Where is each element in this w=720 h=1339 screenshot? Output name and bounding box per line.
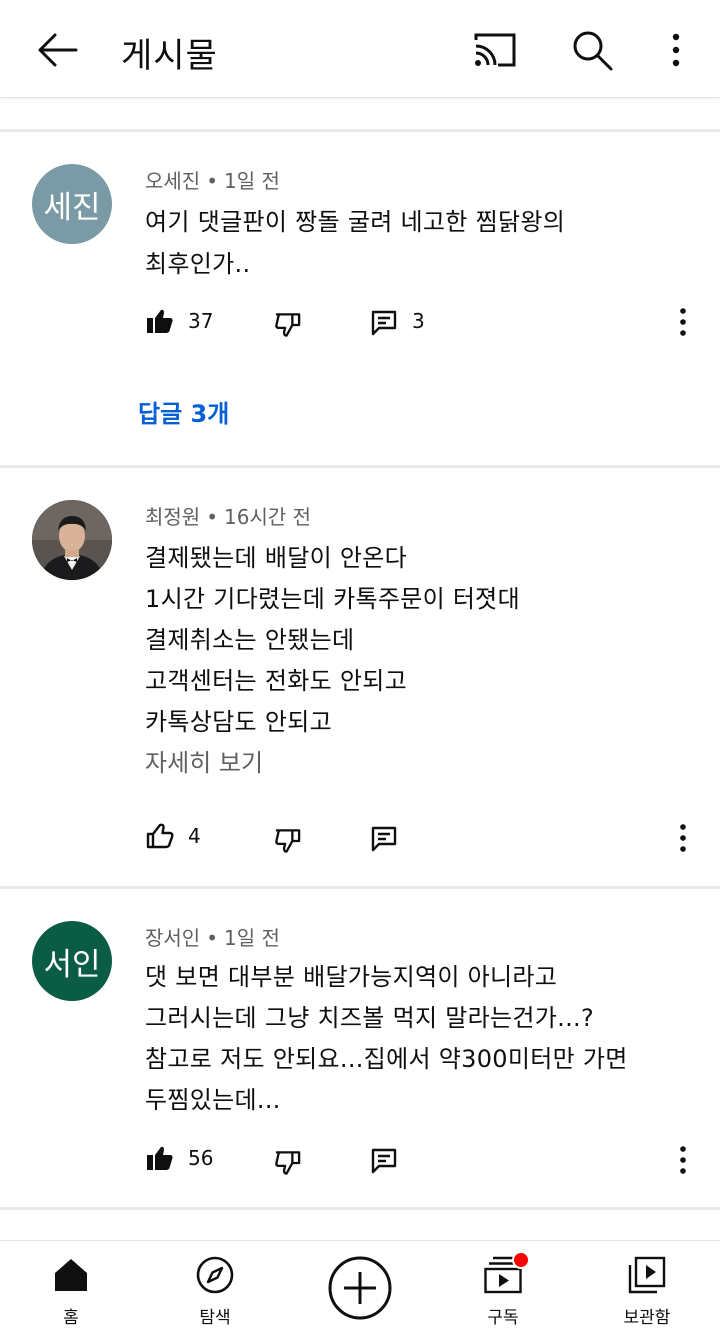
nav-library-label: 보관함 <box>623 1308 671 1328</box>
comment-text-line: 결제됐는데 배달이 안온다 <box>145 544 408 572</box>
comment-text-line: 최후인가.. <box>145 250 251 278</box>
author-name[interactable]: 최정원 <box>145 505 200 529</box>
compass-icon <box>196 1256 234 1294</box>
comment-more-icon[interactable] <box>678 1146 688 1174</box>
comment-meta: 오세진 • 1일 전 <box>145 169 280 193</box>
avatar-initials: 세진 <box>43 189 101 226</box>
comment-text-line: 여기 댓글판이 짱돌 굴려 네고한 찜닭왕의 <box>145 208 566 236</box>
nav-home[interactable]: 홈 <box>16 1241 126 1339</box>
library-icon <box>628 1256 666 1294</box>
author-name[interactable]: 장서인 <box>145 926 200 950</box>
dislike-icon[interactable] <box>275 828 302 854</box>
comment-item: 최정원 • 16시간 전 결제됐는데 배달이 안온다 1시간 기다렸는데 카톡주문이… <box>0 468 720 886</box>
like-filled-icon[interactable] <box>146 1145 174 1171</box>
reply-comment-icon[interactable] <box>371 826 397 852</box>
avatar-initials: 서인 <box>43 946 101 983</box>
top-app-bar: 게시물 <box>0 0 720 98</box>
home-icon <box>55 1259 87 1291</box>
nav-explore-label: 탐색 <box>199 1308 231 1328</box>
comment-text-line: 결제취소는 안됐는데 <box>145 626 355 654</box>
comment-item: 세진 오세진 • 1일 전 여기 댓글판이 짱돌 굴려 네고한 찜닭왕의 최후인가.… <box>0 132 720 465</box>
comment-time: 16시간 전 <box>224 505 312 529</box>
comment-meta: 최정원 • 16시간 전 <box>145 505 312 529</box>
avatar[interactable]: 세진 <box>32 164 112 244</box>
more-options-icon[interactable] <box>664 30 688 70</box>
comment-text-line: 1시간 기다렸는데 카톡주문이 터졋대 <box>145 585 521 613</box>
comment-text-line: 참고로 저도 안되요...집에서 약300미터만 가면 <box>145 1045 628 1073</box>
comment-time: 1일 전 <box>224 926 280 950</box>
nav-subscriptions[interactable]: 구독 <box>448 1241 558 1339</box>
reply-comment-icon[interactable] <box>371 1148 397 1174</box>
search-icon[interactable] <box>571 29 613 71</box>
comment-text-line: 두찜있는데... <box>145 1086 281 1114</box>
read-more-link[interactable]: 자세히 보기 <box>145 743 263 778</box>
like-filled-icon[interactable] <box>146 308 174 334</box>
dislike-icon[interactable] <box>275 1150 302 1176</box>
nav-home-label: 홈 <box>63 1308 79 1328</box>
reply-comment-icon[interactable] <box>371 310 397 336</box>
comment-more-icon[interactable] <box>678 824 688 852</box>
comment-more-icon[interactable] <box>678 308 688 336</box>
like-count: 37 <box>188 309 214 333</box>
comment-text-line: 그러시는데 그냥 치즈볼 먹지 말라는건가...? <box>145 1004 594 1032</box>
nav-subscriptions-label: 구독 <box>487 1308 519 1328</box>
comment-text-line: 댓 보면 대부분 배달가능지역이 아니라고 <box>145 963 558 991</box>
view-replies-link[interactable]: 답글 3개 <box>138 394 229 429</box>
back-arrow-icon[interactable] <box>36 30 78 70</box>
like-count: 56 <box>188 1146 214 1170</box>
avatar[interactable] <box>32 500 112 580</box>
page-title: 게시물 <box>121 36 218 76</box>
comment-meta: 장서인 • 1일 전 <box>145 926 280 950</box>
divider <box>0 1207 720 1210</box>
dislike-icon[interactable] <box>275 312 302 338</box>
bottom-navigation-bar: 홈 탐색 구독 보관함 <box>0 1240 720 1339</box>
cast-icon[interactable] <box>472 32 518 68</box>
nav-library[interactable]: 보관함 <box>592 1241 702 1339</box>
like-count: 4 <box>188 824 201 848</box>
avatar[interactable]: 서인 <box>32 921 112 1001</box>
author-name[interactable]: 오세진 <box>145 169 200 193</box>
comment-text-line: 카톡상담도 안되고 <box>145 708 332 736</box>
create-plus-icon[interactable] <box>327 1255 393 1321</box>
nav-explore[interactable]: 탐색 <box>160 1241 270 1339</box>
notification-dot <box>512 1251 530 1269</box>
comment-item: 서인 장서인 • 1일 전 댓 보면 대부분 배달가능지역이 아니라고 그러시는데 … <box>0 889 720 1207</box>
like-icon[interactable] <box>146 823 174 849</box>
reply-count: 3 <box>412 309 425 333</box>
comment-time: 1일 전 <box>224 169 280 193</box>
comment-text-line: 고객센터는 전화도 안되고 <box>145 667 408 695</box>
avatar-photo <box>32 500 112 580</box>
